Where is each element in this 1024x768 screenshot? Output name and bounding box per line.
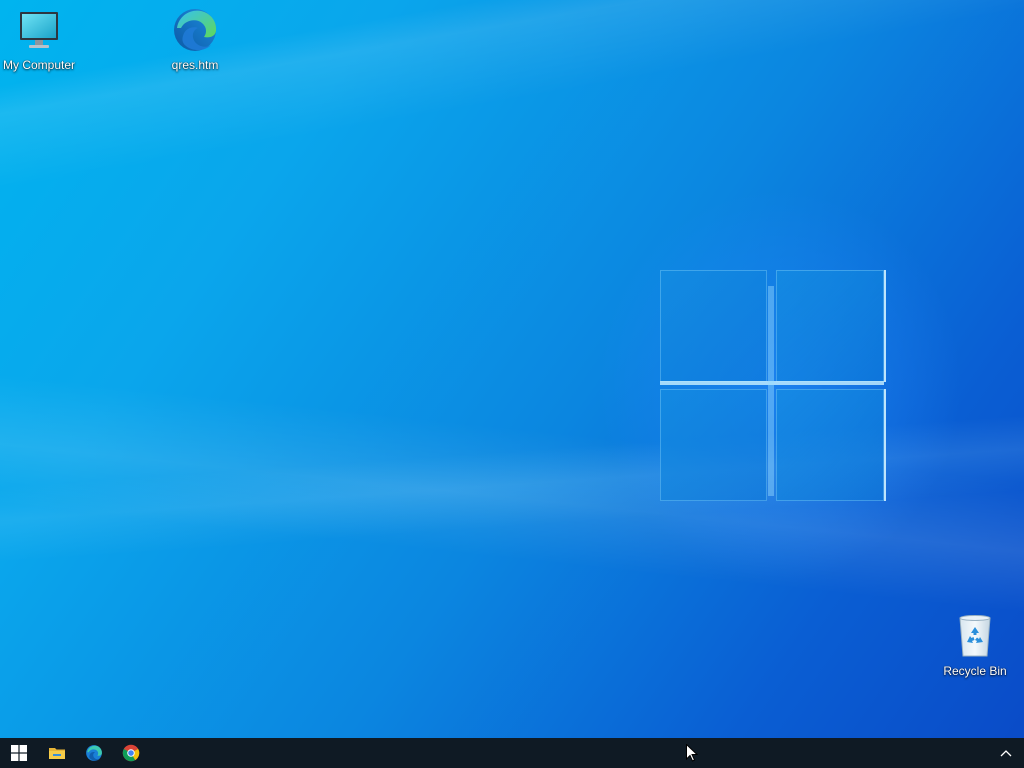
taskbar-file-explorer[interactable] [38,738,75,768]
taskbar-edge[interactable] [75,738,112,768]
logo-pane [776,270,886,382]
taskbar-chrome[interactable] [112,738,149,768]
desktop-icon-label: Recycle Bin [943,664,1007,678]
wallpaper-windows-logo [660,270,886,502]
logo-pane [660,389,767,501]
start-button[interactable] [0,738,37,768]
chrome-icon [122,744,139,762]
edge-icon [174,9,217,51]
desktop-icon-label: My Computer [2,58,76,72]
desktop-icon-recycle-bin[interactable]: Recycle Bin [936,612,1014,678]
edge-icon [85,745,102,761]
desktop-icon-label: qres.htm [171,58,219,72]
chevron-up-icon [1000,750,1012,757]
logo-pane [660,270,767,382]
desktop-icon-qres[interactable]: qres.htm [156,6,234,72]
recycle-bin-icon [959,615,991,657]
file-explorer-icon [48,748,65,759]
show-hidden-icons-button[interactable] [988,738,1024,768]
mouse-pointer-icon [686,744,698,762]
taskbar [0,738,1024,768]
desktop[interactable]: My Computer qres.htm Recycle Bin [0,0,1024,768]
logo-divider [768,286,774,496]
desktop-icon-my-computer[interactable]: My Computer [0,6,78,72]
windows-start-icon [10,745,27,761]
logo-pane [776,389,886,501]
monitor-icon [20,12,58,48]
